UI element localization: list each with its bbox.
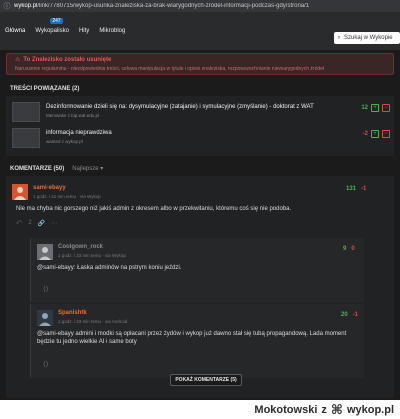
url-domain: wykop.pl — [14, 3, 38, 9]
related-votes: 12 + − — [348, 104, 390, 112]
related-votes: -2 + − — [348, 130, 390, 138]
related-source: wanted z wykop.pl — [46, 139, 83, 144]
comments-list: sami-ebayy 1 godz. i 41 min temu · via W… — [6, 176, 394, 398]
downvote-button[interactable]: − — [382, 130, 390, 138]
comments-sort-select[interactable]: Najlepsze ▾ — [72, 165, 103, 172]
search-field[interactable]: ⌕ Szukaj w Wykopie — [334, 32, 400, 44]
nav-wykopalisko-label: Wykopalisko — [35, 28, 69, 34]
nav-home[interactable]: Główna — [0, 22, 30, 38]
nav-hity[interactable]: Hity — [74, 22, 94, 38]
nav-wykopalisko[interactable]: Wykopalisko 247 — [30, 18, 74, 38]
related-thumbnail[interactable] — [12, 128, 40, 148]
removed-alert-title: To Znalezisko zostało usunięte — [23, 56, 112, 63]
comment-meta: 1 godz. i 33 min temu · via Wykop — [58, 253, 126, 258]
wykop-logo-icon: ⌘ — [330, 402, 343, 417]
related-vote-count: -2 — [362, 131, 368, 137]
show-more-comments-button[interactable]: POKAŻ KOMENTARZE (5) — [170, 374, 242, 386]
comment-meta: 1 godz. i 41 min temu · via Wykop — [33, 194, 101, 199]
watermark-user: Mokotowski — [254, 404, 318, 416]
related-thumbnail[interactable] — [12, 102, 40, 122]
watermark: Mokotowski z ⌘ wykop.pl — [254, 402, 394, 418]
screenshot: ⓘ wykop.pl/link/7780715/wykop-usunka-zna… — [0, 0, 400, 419]
search-icon: ⌕ — [337, 34, 341, 41]
main-nav: Główna Wykopalisko 247 Hity Mikroblog — [0, 18, 330, 38]
comment-plus-count[interactable]: 20 — [341, 312, 348, 318]
removed-alert-title-row: ⚠ To Znalezisko zostało usunięte — [15, 56, 389, 64]
comment-votes: 9 0 — [343, 246, 355, 252]
wykopalisko-count-badge: 247 — [50, 18, 63, 24]
share-icon[interactable]: ⟨⟩ — [43, 285, 48, 293]
related-title[interactable]: informacja nieprawdziwa — [46, 130, 348, 136]
watermark-strip: Mokotowski z ⌘ wykop.pl — [0, 400, 400, 419]
comment-actions: ⤺ 2 🔗 ⋯ — [16, 220, 57, 227]
browser-address-bar[interactable]: ⓘ wykop.pl/link/7780715/wykop-usunka-zna… — [0, 0, 400, 12]
nav-mikroblog[interactable]: Mikroblog — [94, 22, 130, 38]
removed-alert: ⚠ To Znalezisko zostało usunięte Narusze… — [6, 53, 394, 75]
removed-alert-reason: Naruszenie regulaminu - niezdpowiednia t… — [15, 66, 325, 72]
related-section-title: TREŚCI POWIĄZANE (2) — [10, 86, 80, 92]
comment-text: Nie ma chyba nic gorszego niż jakiś admi… — [16, 206, 292, 212]
url-path: /link/7780715/wykop-usunka-znaleziska-za… — [37, 3, 310, 9]
comments-header: KOMENTARZE (50) Najlepsze ▾ — [10, 165, 103, 173]
comment-username[interactable]: Coolgown_rock — [58, 244, 103, 250]
avatar-icon — [37, 244, 53, 260]
search-placeholder: Szukaj w Wykopie — [344, 35, 393, 41]
comment-minus-count[interactable]: 0 — [351, 246, 354, 252]
related-title[interactable]: Dezinformowanie dzieli się na: dysymulac… — [46, 104, 348, 110]
share-icon[interactable]: ⟨⟩ — [43, 360, 48, 368]
comment-plus-count[interactable]: 9 — [343, 246, 346, 252]
avatar[interactable] — [12, 184, 28, 200]
comments-title: KOMENTARZE (50) — [10, 165, 65, 172]
comment-username[interactable]: Spanishtk — [58, 310, 87, 316]
comment-votes: 20 -1 — [341, 312, 358, 318]
related-source: Memwake z bip.wat.edu.pl — [46, 113, 100, 118]
comment-meta: 1 godz. i 33 min temu · via Android — [58, 319, 128, 324]
url-text[interactable]: wykop.pl/link/7780715/wykop-usunka-znale… — [14, 3, 400, 9]
avatar[interactable] — [37, 310, 53, 326]
reply-comment: Coolgown_rock 1 godz. i 33 min temu · vi… — [30, 238, 364, 302]
comment-text: @sami-ebayy: Łaska adminów na pstrym kon… — [37, 265, 182, 271]
page-content: ⚠ To Znalezisko zostało usunięte Narusze… — [0, 50, 400, 400]
avatar-icon — [37, 310, 53, 326]
related-item[interactable]: informacja nieprawdziwa wanted z wykop.p… — [12, 128, 390, 152]
comment-votes: 131 -1 — [346, 186, 366, 192]
avatar-icon — [14, 187, 26, 200]
related-item[interactable]: Dezinformowanie dzieli się na: dysymulac… — [12, 102, 390, 126]
avatar[interactable] — [37, 244, 53, 260]
comment-text: @sami-ebayy admini i modki są opłacani p… — [37, 331, 347, 345]
comment-plus-count[interactable]: 131 — [346, 186, 356, 192]
more-icon[interactable]: ⋯ — [51, 220, 57, 227]
warning-icon: ⚠ — [15, 57, 21, 63]
related-vote-count: 12 — [361, 105, 368, 111]
watermark-site: wykop.pl — [346, 404, 394, 416]
upvote-button[interactable]: + — [371, 104, 379, 112]
upvote-button[interactable]: + — [371, 130, 379, 138]
reply-comment: Spanishtk 1 godz. i 33 min temu · via An… — [30, 304, 364, 378]
link-icon[interactable]: 🔗 — [38, 220, 45, 227]
comment-reply-count: 2 — [28, 220, 32, 226]
downvote-button[interactable]: − — [382, 104, 390, 112]
comment-minus-count[interactable]: -1 — [361, 186, 366, 192]
watermark-sep: z — [321, 404, 327, 416]
reply-icon[interactable]: ⤺ — [16, 220, 22, 227]
comment-username[interactable]: sami-ebayy — [33, 185, 66, 191]
comment-minus-count[interactable]: -1 — [353, 312, 358, 318]
page-info-icon[interactable]: ⓘ — [0, 1, 14, 11]
related-list: Dezinformowanie dzieli się na: dysymulac… — [6, 96, 394, 156]
